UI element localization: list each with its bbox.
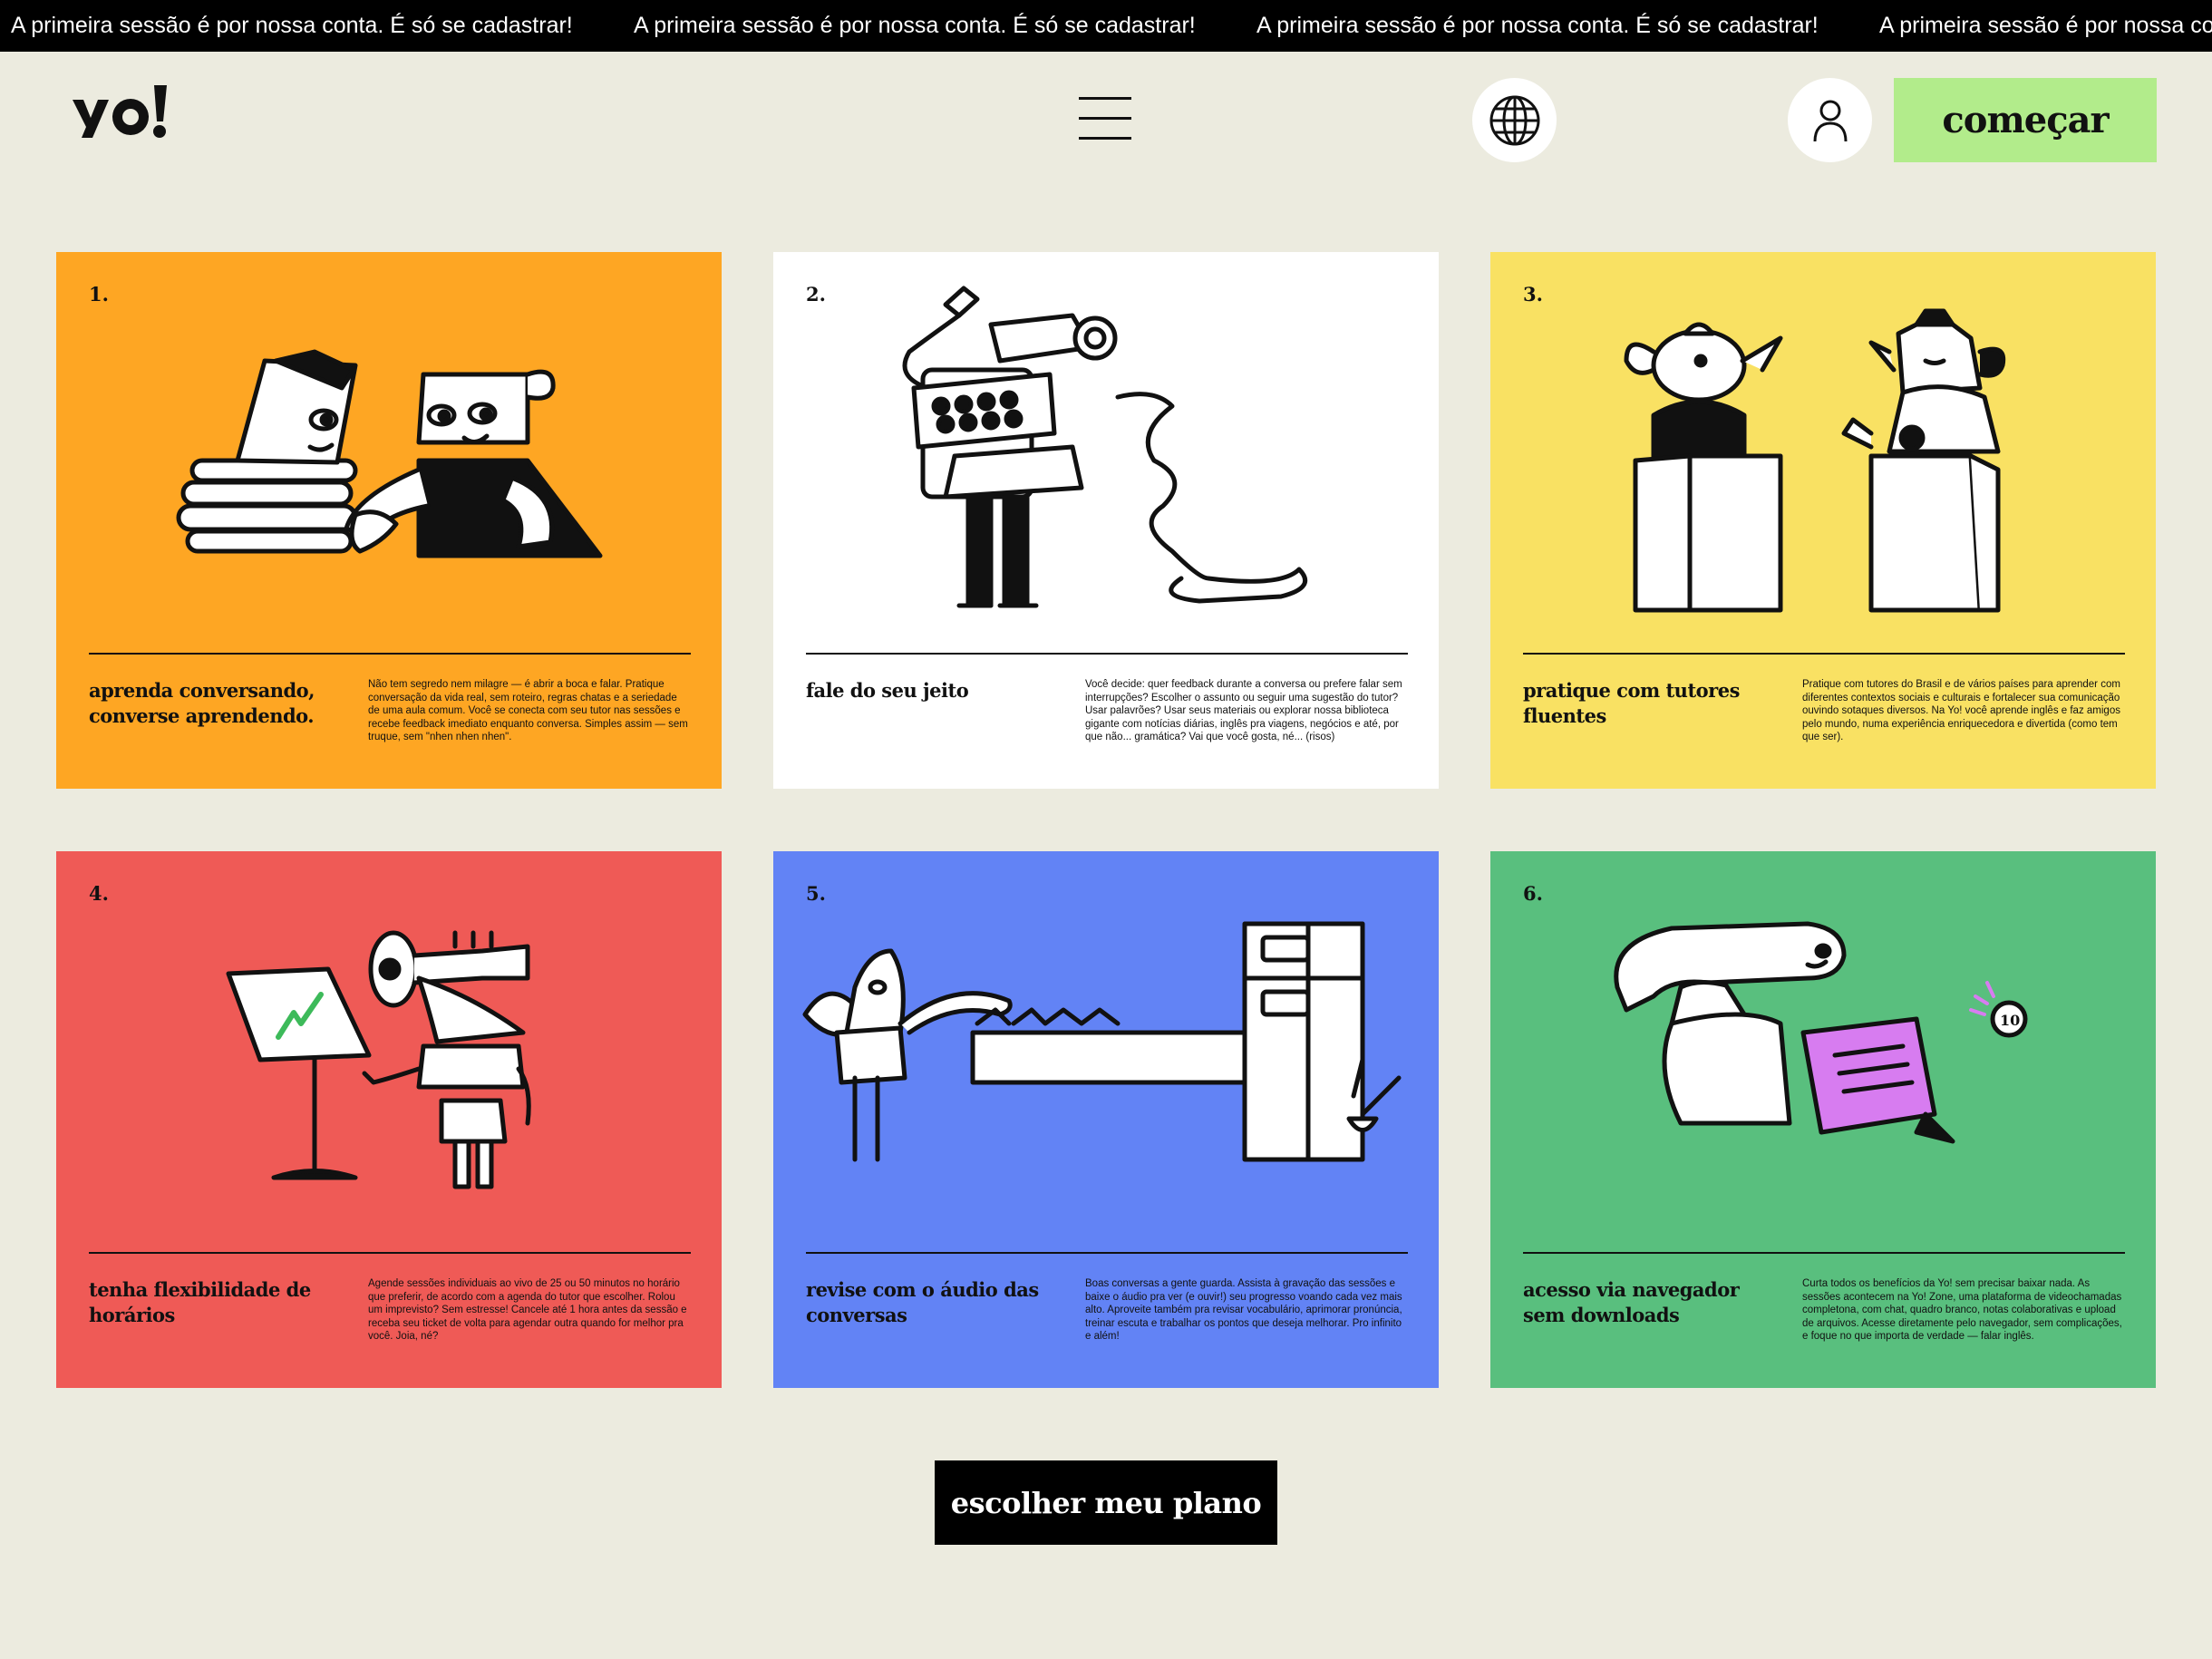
announcement-text: A primeira sessão é por nossa conta. É s…: [1256, 13, 1819, 38]
card-description: Curta todos os benefícios da Yo! sem pre…: [1802, 1278, 2122, 1342]
card-title: revise com o áudio das conversas: [806, 1278, 1039, 1326]
divider: [89, 653, 691, 655]
feature-card-6: 10 6. acesso via navegador sem downloads…: [1490, 851, 2156, 1388]
hamburger-menu-icon: [1079, 97, 1131, 100]
feature-card-4: 4. tenha flexibilidade de horários Agend…: [56, 851, 722, 1388]
card-description: Boas conversas a gente guarda. Assista à…: [1085, 1278, 1402, 1342]
choose-plan-button[interactable]: escolher meu plano: [935, 1460, 1277, 1545]
illustration-file-cabinet: [773, 851, 1439, 1250]
divider: [806, 653, 1408, 655]
illustration-chart-trumpet: [56, 851, 722, 1250]
feature-card-5: 5. revise com o áudio das conversas Boas…: [773, 851, 1439, 1388]
card-description: Não tem segredo nem milagre — é abrir a …: [368, 679, 688, 742]
announcement-text: A primeira sessão é por nossa conta. É s…: [634, 13, 1196, 38]
divider: [89, 1252, 691, 1254]
feature-card-3: 3. pratique com tutores fluentes Pratiqu…: [1490, 252, 2156, 789]
announcement-text: A primeira sessão é por nossa conta. É s…: [1879, 13, 2212, 38]
card-number: 4.: [89, 882, 109, 905]
globe-icon: [1489, 95, 1539, 145]
card-description: Você decide: quer feedback durante a con…: [1085, 679, 1402, 742]
hamburger-menu-icon: [1079, 137, 1131, 140]
illustration-handshake: [56, 252, 722, 651]
card-number: 6.: [1523, 882, 1543, 905]
card-description: Agende sessões individuais ao vivo de 25…: [368, 1278, 687, 1342]
card-title: acesso via navegador sem downloads: [1523, 1278, 1740, 1326]
card-number: 5.: [806, 882, 826, 905]
announcement-bar: A primeira sessão é por nossa conta. É s…: [0, 0, 2212, 52]
start-button[interactable]: começar: [1894, 78, 2157, 162]
announcement-text: A primeira sessão é por nossa conta. É s…: [11, 13, 573, 38]
illustration-typewriter: [773, 252, 1439, 651]
logo[interactable]: [69, 82, 178, 145]
user-icon: [1813, 100, 1847, 141]
badge-value: 10: [2000, 1012, 2021, 1029]
feature-card-2: 2. fale do seu jeito Você decide: quer f…: [773, 252, 1439, 789]
card-number: 3.: [1523, 283, 1543, 306]
hamburger-menu-icon: [1079, 117, 1131, 120]
card-description: Pratique com tutores do Brasil e de vári…: [1802, 679, 2120, 742]
card-number: 1.: [89, 283, 109, 306]
card-title: pratique com tutores fluentes: [1523, 679, 1740, 727]
account-button[interactable]: [1788, 78, 1872, 162]
divider: [806, 1252, 1408, 1254]
card-title: aprenda conversando, converse aprendendo…: [89, 679, 315, 727]
illustration-teapots: [1490, 252, 2156, 651]
divider: [1523, 653, 2125, 655]
card-title: fale do seu jeito: [806, 679, 969, 702]
card-title: tenha flexibilidade de horários: [89, 1278, 311, 1326]
hamburger-menu-button[interactable]: [1079, 95, 1133, 141]
divider: [1523, 1252, 2125, 1254]
feature-card-1: 1. aprenda conversando, converse aprende…: [56, 252, 722, 789]
illustration-browser: 10: [1490, 851, 2156, 1250]
card-number: 2.: [806, 283, 826, 306]
language-button[interactable]: [1472, 78, 1557, 162]
